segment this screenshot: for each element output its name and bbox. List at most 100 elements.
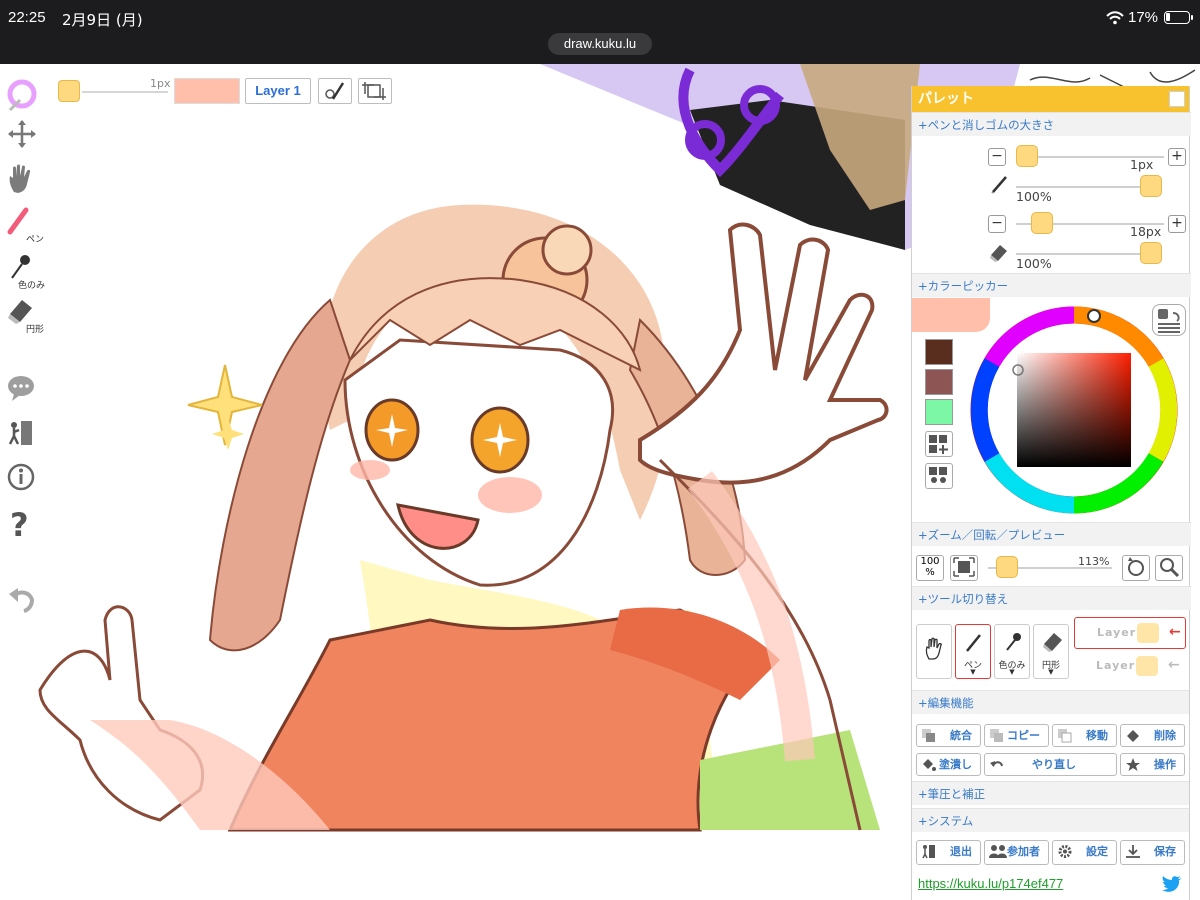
color-swatch-3[interactable] bbox=[925, 399, 953, 425]
section-pressure[interactable]: +筆圧と補正 bbox=[912, 781, 1189, 805]
exit-icon[interactable] bbox=[6, 418, 42, 458]
hand-icon[interactable] bbox=[6, 162, 42, 202]
section-zoom[interactable]: +ズーム／回転／プレビュー bbox=[912, 522, 1191, 546]
chevron-down-icon: ▼ bbox=[1009, 668, 1015, 676]
delete-button[interactable]: 削除 bbox=[1120, 724, 1185, 747]
eyedropper-tool[interactable]: 色のみ bbox=[6, 252, 45, 292]
save-label: 保存 bbox=[1154, 845, 1176, 858]
redo-icon bbox=[989, 757, 1005, 772]
palette-close-button[interactable] bbox=[1169, 91, 1185, 107]
paint-bucket-icon bbox=[921, 757, 937, 772]
eyedropper-icon bbox=[1006, 633, 1021, 651]
operation-label: 操作 bbox=[1154, 758, 1176, 771]
zoom-reset-button[interactable]: 100% bbox=[916, 555, 944, 581]
undo-icon[interactable] bbox=[6, 584, 42, 624]
pen-opacity-knob[interactable] bbox=[1140, 175, 1162, 197]
copy-button[interactable]: コピー bbox=[984, 724, 1049, 747]
color-swatch-2[interactable] bbox=[925, 369, 953, 395]
palette-panel: パレット +ペンと消しゴムの大きさ − + 1px 100% − + 18px … bbox=[911, 86, 1191, 900]
svg-text:?: ? bbox=[10, 506, 29, 540]
brush-size-label: 1px bbox=[150, 77, 171, 90]
star-icon bbox=[1125, 757, 1141, 772]
settings-button[interactable]: 設定 bbox=[1052, 840, 1117, 865]
color-swatch-1[interactable] bbox=[925, 339, 953, 365]
section-edit[interactable]: +編集機能 bbox=[912, 690, 1189, 714]
color-wheel[interactable] bbox=[968, 304, 1180, 516]
fill-label: 塗潰し bbox=[939, 758, 972, 771]
merge-label: 統合 bbox=[950, 729, 972, 742]
settings-tool-button[interactable] bbox=[318, 78, 352, 104]
pen-size-plus-button[interactable]: + bbox=[1168, 148, 1186, 166]
layer-row-1[interactable]: Layer1 ← bbox=[1074, 617, 1186, 649]
rotate-reset-button[interactable] bbox=[1122, 555, 1150, 581]
chevron-down-icon: ▼ bbox=[1048, 668, 1054, 676]
merge-icon bbox=[921, 728, 937, 743]
brush-size-knob[interactable] bbox=[58, 80, 80, 102]
eraser-size-minus-button[interactable]: − bbox=[988, 215, 1006, 233]
tool-hand[interactable] bbox=[916, 624, 952, 679]
save-button[interactable]: 保存 bbox=[1120, 840, 1185, 865]
grid-plus-icon bbox=[929, 435, 948, 454]
info-icon[interactable] bbox=[6, 462, 42, 502]
zoom-value: 113% bbox=[1078, 555, 1110, 568]
exit-room-button[interactable]: 退出 bbox=[916, 840, 981, 865]
section-color-picker[interactable]: +カラーピッカー bbox=[912, 273, 1191, 297]
layer-visibility-toggle[interactable] bbox=[1136, 656, 1158, 676]
chat-icon[interactable] bbox=[6, 374, 42, 414]
gear-icon bbox=[1057, 844, 1073, 859]
eraser-opacity-knob[interactable] bbox=[1140, 242, 1162, 264]
eraser-size-plus-button[interactable]: + bbox=[1168, 215, 1186, 233]
eraser-tool[interactable]: 円形 bbox=[6, 296, 44, 336]
tool-pen[interactable]: ペン ▼ bbox=[955, 624, 991, 679]
delete-label: 削除 bbox=[1154, 729, 1176, 742]
operation-button[interactable]: 操作 bbox=[1120, 753, 1185, 776]
pen-tool[interactable]: ペン bbox=[6, 206, 44, 246]
copy-label: コピー bbox=[1007, 729, 1040, 742]
settings-label: 設定 bbox=[1086, 845, 1108, 858]
move-icon[interactable] bbox=[6, 118, 42, 158]
delete-icon bbox=[1125, 728, 1141, 743]
color-wheel-icon[interactable] bbox=[6, 76, 42, 116]
add-swatch-button[interactable] bbox=[925, 431, 953, 457]
section-system[interactable]: +システム bbox=[912, 808, 1189, 832]
twitter-icon[interactable] bbox=[1162, 876, 1182, 892]
exit-icon bbox=[921, 844, 937, 859]
palette-title: パレット bbox=[918, 91, 974, 107]
pen-size-value: 1px bbox=[1130, 157, 1154, 172]
room-link[interactable]: https://kuku.lu/p174ef477 bbox=[918, 876, 1063, 891]
canvas-transform-button[interactable] bbox=[358, 78, 392, 104]
pen-opacity-slider[interactable] bbox=[1016, 186, 1144, 188]
fit-screen-button[interactable] bbox=[950, 555, 978, 581]
tool-eraser[interactable]: 円形 ▼ bbox=[1033, 624, 1069, 679]
hand-icon bbox=[925, 637, 942, 660]
help-icon[interactable]: ? bbox=[6, 506, 42, 546]
download-icon bbox=[1125, 844, 1141, 859]
participants-button[interactable]: 参加者 bbox=[984, 840, 1049, 865]
pen-opacity-value: 100% bbox=[1016, 189, 1052, 204]
section-size[interactable]: +ペンと消しゴムの大きさ bbox=[912, 112, 1191, 136]
tool-eyedropper[interactable]: 色のみ ▼ bbox=[994, 624, 1030, 679]
pen-size-knob[interactable] bbox=[1016, 145, 1038, 167]
current-color-box[interactable] bbox=[174, 78, 240, 104]
section-tool-switch[interactable]: +ツール切り替え bbox=[912, 586, 1191, 610]
zoom-knob[interactable] bbox=[996, 556, 1018, 578]
preview-button[interactable] bbox=[1155, 555, 1183, 581]
eraser-icon bbox=[1043, 633, 1062, 652]
fit-screen-icon bbox=[953, 557, 975, 577]
clock: 22:25 bbox=[8, 9, 46, 26]
shared-swatch-button[interactable] bbox=[925, 463, 953, 489]
fill-button[interactable]: 塗潰し bbox=[916, 753, 981, 776]
address-bar[interactable]: draw.kuku.lu bbox=[548, 33, 652, 55]
eraser-opacity-slider[interactable] bbox=[1016, 253, 1144, 255]
magnifier-icon bbox=[1160, 558, 1180, 578]
move-layer-button[interactable]: 移動 bbox=[1052, 724, 1117, 747]
layer-row-2[interactable]: Layer2 ← bbox=[1074, 651, 1186, 683]
layer-visibility-toggle[interactable] bbox=[1137, 623, 1159, 643]
merge-button[interactable]: 統合 bbox=[916, 724, 981, 747]
eraser-size-knob[interactable] bbox=[1031, 212, 1053, 234]
app-root: 22:25 2月9日 (月) 17% draw.kuku.lu ペン 色のみ 円… bbox=[0, 0, 1200, 900]
redo-button[interactable]: やり直し bbox=[984, 753, 1117, 776]
pen-size-minus-button[interactable]: − bbox=[988, 148, 1006, 166]
layer-button[interactable]: Layer 1 bbox=[245, 78, 311, 104]
brush-size-slider[interactable] bbox=[82, 91, 168, 93]
